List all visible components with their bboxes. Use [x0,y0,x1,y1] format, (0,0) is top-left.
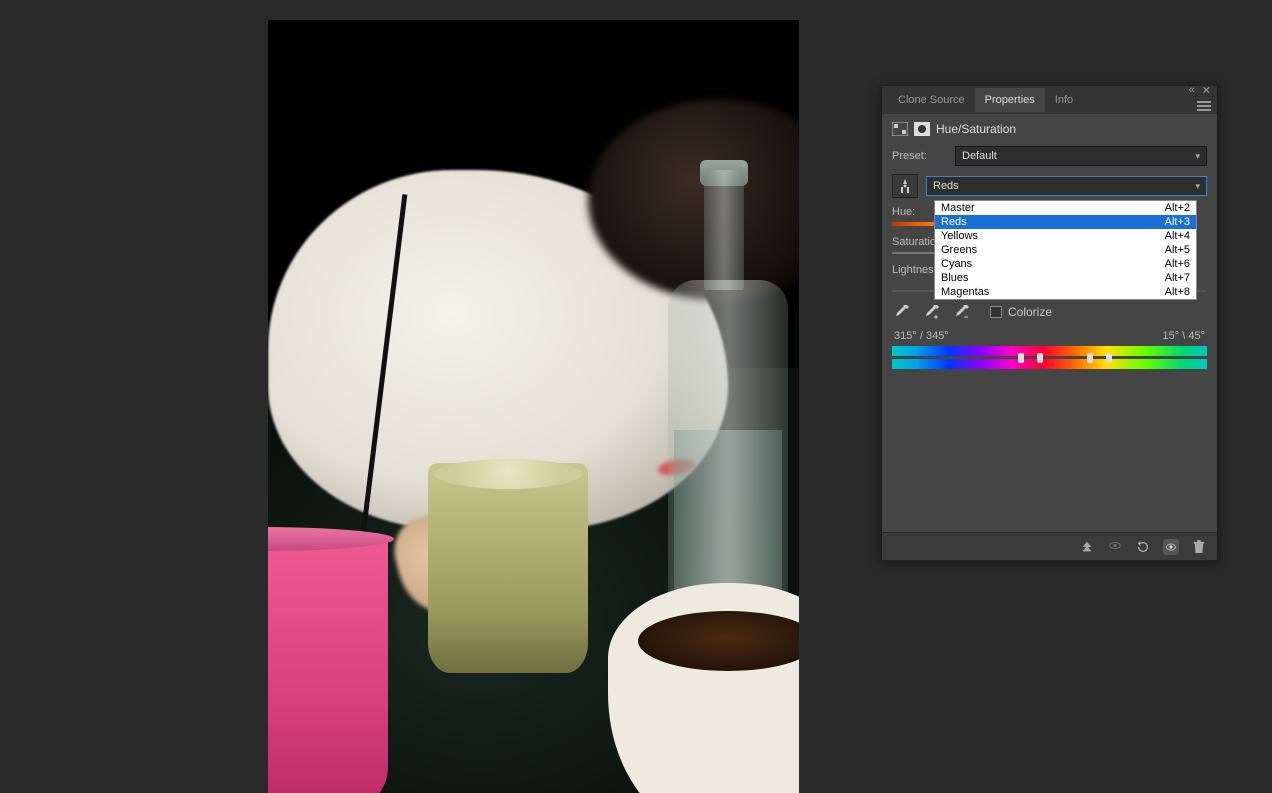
clip-to-layer-icon[interactable] [1079,539,1095,555]
preset-label: Preset: [892,150,947,162]
channel-option-reds[interactable]: RedsAlt+3 [935,215,1196,229]
eyedropper-subtract-icon[interactable] [952,302,972,322]
trash-icon[interactable] [1191,539,1207,555]
image-region [268,533,388,793]
image-region [428,463,588,673]
chevron-down-icon: ▾ [1195,181,1200,192]
colorize-label: Colorize [1008,305,1052,319]
channel-select[interactable]: Reds ▾ [926,176,1207,196]
channel-option-yellows[interactable]: YellowsAlt+4 [935,229,1196,243]
targeted-adjust-button[interactable] [892,174,918,198]
layer-mask-icon [914,122,930,136]
channel-dropdown: MasterAlt+2 RedsAlt+3 YellowsAlt+4 Green… [934,200,1197,300]
properties-panel: « ✕ Clone Source Properties Info Hue/Sat… [881,85,1218,561]
close-panel-icon[interactable]: ✕ [1202,84,1211,97]
channel-option-blues[interactable]: BluesAlt+7 [935,271,1196,285]
colorize-checkbox[interactable]: Colorize [990,305,1052,319]
image-region [608,583,799,793]
view-previous-icon[interactable] [1107,539,1123,555]
panel-footer [882,532,1217,560]
channel-option-master[interactable]: MasterAlt+2 [935,201,1196,215]
hue-range-bar[interactable] [892,346,1207,369]
reset-icon[interactable] [1135,539,1151,555]
document-canvas[interactable] [268,20,799,793]
collapse-panel-icon[interactable]: « [1189,84,1195,97]
tab-properties[interactable]: Properties [975,88,1045,112]
chevron-down-icon: ▾ [1195,151,1200,162]
panel-tab-bar: « ✕ Clone Source Properties Info [882,86,1217,114]
properties-body: Hue/Saturation Preset: Default ▾ Reds ▾ … [882,114,1217,532]
channel-option-magentas[interactable]: MagentasAlt+8 [935,285,1196,299]
range-left: 315° / 345° [894,330,949,342]
visibility-icon[interactable] [1163,539,1179,555]
adjustment-title: Hue/Saturation [936,122,1016,136]
preset-select[interactable]: Default ▾ [955,146,1207,166]
range-right: 15° \ 45° [1163,330,1205,342]
panel-menu-icon[interactable] [1197,100,1211,112]
tab-info[interactable]: Info [1045,88,1083,112]
eyedropper-add-icon[interactable] [922,302,942,322]
channel-option-greens[interactable]: GreensAlt+5 [935,243,1196,257]
preset-value: Default [962,150,997,162]
tab-clone-source[interactable]: Clone Source [888,88,975,112]
channel-value: Reds [933,180,959,192]
channel-option-cyans[interactable]: CyansAlt+6 [935,257,1196,271]
eyedropper-icon[interactable] [892,302,912,322]
adjustment-type-icon [892,122,908,136]
